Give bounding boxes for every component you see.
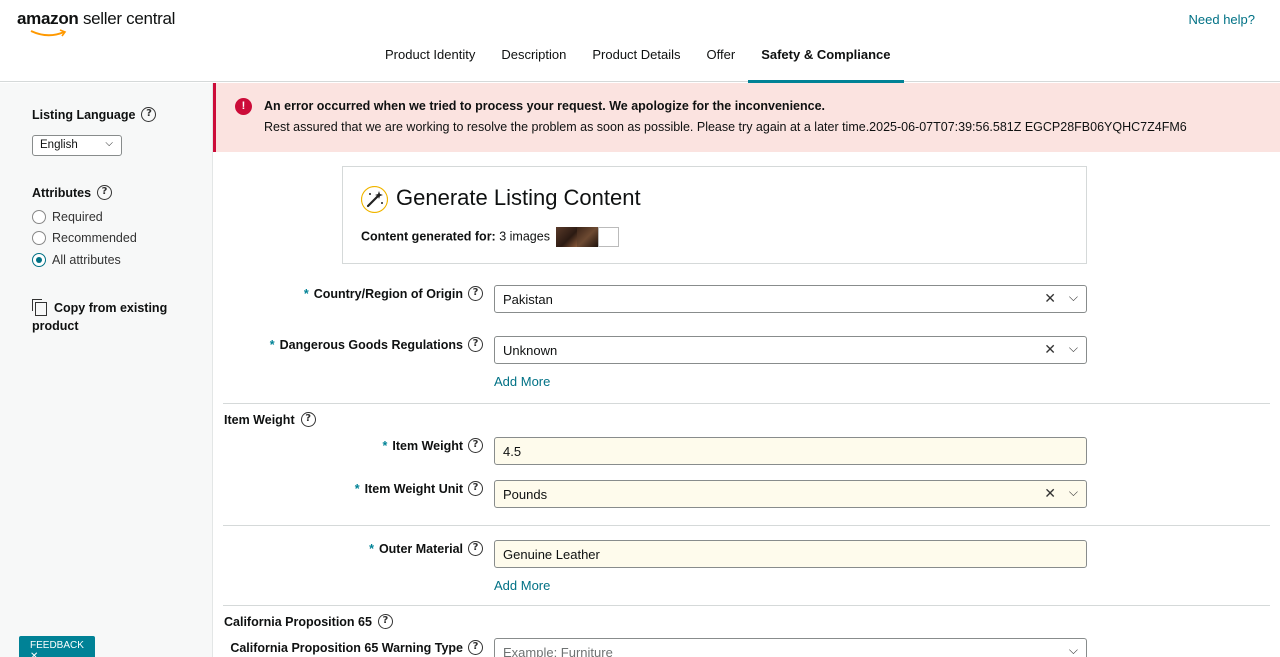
amazon-seller-central-logo[interactable]: amazon seller central xyxy=(17,9,175,37)
item-weight-unit-label: * Item Weight Unit xyxy=(354,482,463,496)
language-select[interactable]: English ⌵ xyxy=(32,135,122,156)
prop65-warning-type-label: California Proposition 65 Warning Type xyxy=(230,641,463,655)
help-icon[interactable]: ? xyxy=(300,412,316,427)
help-icon[interactable]: ? xyxy=(377,614,393,629)
radio-button[interactable] xyxy=(32,210,46,224)
content-generated-for: Content generated for: 3 images xyxy=(361,227,620,247)
add-more-dangerous-goods-link[interactable]: Add More xyxy=(494,374,550,389)
help-icon[interactable]: ? xyxy=(468,286,483,301)
clear-icon[interactable]: ✕ xyxy=(1044,341,1056,358)
help-icon[interactable]: ? xyxy=(468,438,483,453)
clear-icon[interactable]: ✕ xyxy=(1044,290,1056,307)
chevron-down-icon[interactable]: ⌵ xyxy=(1069,485,1078,500)
help-icon[interactable]: ? xyxy=(468,541,483,556)
tab-description[interactable]: Description xyxy=(488,40,579,82)
divider xyxy=(223,403,1270,404)
help-icon[interactable]: ? xyxy=(468,337,483,352)
magic-wand-icon[interactable] xyxy=(361,186,388,213)
error-title: An error occurred when we tried to proce… xyxy=(264,99,826,113)
radio-button[interactable] xyxy=(32,253,46,267)
error-alert: ! An error occurred when we tried to pro… xyxy=(213,83,1280,152)
radio-recommended[interactable]: Recommended xyxy=(32,231,137,245)
image-thumbnail[interactable] xyxy=(556,227,578,247)
generate-listing-content-panel: Generate Listing Content Content generat… xyxy=(342,166,1087,264)
clear-icon[interactable]: ✕ xyxy=(1044,485,1056,502)
chevron-down-icon[interactable]: ⌵ xyxy=(1069,290,1078,305)
tab-product-details[interactable]: Product Details xyxy=(579,40,693,82)
amazon-smile-icon xyxy=(30,29,67,37)
radio-button[interactable] xyxy=(32,231,46,245)
outer-material-input[interactable]: Genuine Leather xyxy=(494,540,1087,568)
divider xyxy=(223,605,1270,606)
country-of-origin-select[interactable]: Pakistan ✕ ⌵ xyxy=(494,285,1087,313)
dangerous-goods-select[interactable]: Unknown ✕ ⌵ xyxy=(494,336,1087,364)
help-icon[interactable]: ? xyxy=(97,185,113,200)
need-help-link[interactable]: Need help? xyxy=(1189,12,1256,27)
copy-from-existing-product-button[interactable]: Copy from existing product xyxy=(32,299,182,335)
item-weight-unit-select[interactable]: Pounds ✕ ⌵ xyxy=(494,480,1087,508)
broken-image-icon[interactable] xyxy=(598,227,620,247)
radio-required[interactable]: Required xyxy=(32,210,103,224)
generate-title: Generate Listing Content xyxy=(396,185,641,210)
error-icon: ! xyxy=(235,98,252,115)
close-icon[interactable]: ✕ xyxy=(30,651,38,657)
image-thumbnail[interactable] xyxy=(577,227,599,247)
add-more-outer-material-link[interactable]: Add More xyxy=(494,578,550,593)
sidebar: Listing Language ? English ⌵ Attributes … xyxy=(0,83,213,657)
help-icon[interactable]: ? xyxy=(468,640,483,655)
item-weight-section-title: Item Weight ? xyxy=(224,412,316,427)
help-icon[interactable]: ? xyxy=(468,481,483,496)
prop65-warning-type-select[interactable]: Example: Furniture ⌵ xyxy=(494,638,1087,657)
chevron-down-icon[interactable]: ⌵ xyxy=(1069,341,1078,356)
radio-all-attributes[interactable]: All attributes xyxy=(32,253,121,267)
prop65-section-title: California Proposition 65 ? xyxy=(224,614,393,629)
chevron-down-icon: ⌵ xyxy=(105,138,113,149)
listing-language-heading: Listing Language ? xyxy=(32,107,157,122)
country-of-origin-label: * Country/Region of Origin xyxy=(303,287,463,301)
item-weight-label: * Item Weight xyxy=(382,439,463,453)
tab-product-identity[interactable]: Product Identity xyxy=(372,40,488,82)
feedback-button[interactable]: FEEDBACK ✕ xyxy=(19,636,95,657)
dangerous-goods-label: * Dangerous Goods Regulations xyxy=(269,338,463,352)
tab-safety-compliance[interactable]: Safety & Compliance xyxy=(748,40,904,83)
copy-icon xyxy=(32,299,47,316)
top-header: amazon seller central Need help? Product… xyxy=(0,0,1280,83)
chevron-down-icon[interactable]: ⌵ xyxy=(1069,643,1078,657)
outer-material-label: * Outer Material xyxy=(369,542,463,556)
help-icon[interactable]: ? xyxy=(141,107,157,122)
divider xyxy=(223,525,1270,526)
tab-offer[interactable]: Offer xyxy=(694,40,749,82)
error-message: Rest assured that we are working to reso… xyxy=(264,120,1187,134)
attributes-heading: Attributes ? xyxy=(32,185,113,200)
item-weight-input[interactable]: 4.5 xyxy=(494,437,1087,465)
listing-tabs: Product Identity Description Product Det… xyxy=(372,40,904,83)
